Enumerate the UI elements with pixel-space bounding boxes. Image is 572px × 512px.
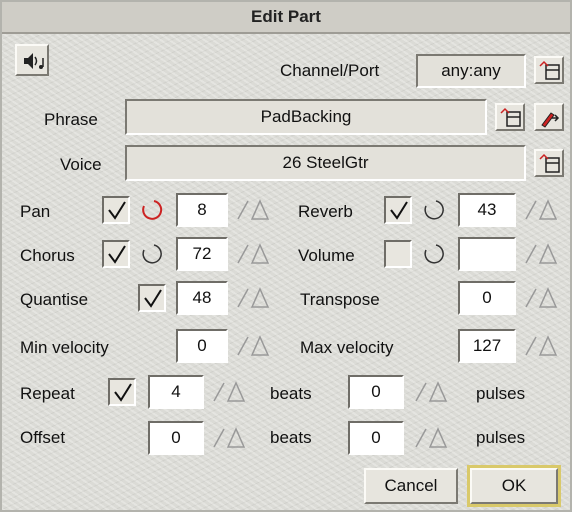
reverb-label: Reverb xyxy=(298,202,353,221)
offset-beats-label: beats xyxy=(270,428,312,447)
offset-beats-field[interactable]: 0 xyxy=(148,421,204,455)
channel-port-menu-button[interactable] xyxy=(534,56,564,84)
quantise-value-field[interactable]: 48 xyxy=(176,281,228,315)
bump-arrows-icon[interactable] xyxy=(522,333,558,359)
chorus-value-field[interactable]: 72 xyxy=(176,237,228,271)
repeat-label: Repeat xyxy=(20,384,75,403)
edit-part-window: Edit Part Channel/Port any:any Phrase Pa… xyxy=(0,0,572,512)
max-velocity-field[interactable]: 127 xyxy=(458,329,516,363)
check-icon xyxy=(390,201,408,220)
edit-phrase-icon xyxy=(541,112,560,128)
pan-value-field[interactable]: 8 xyxy=(176,193,228,227)
phrase-menu-button[interactable] xyxy=(495,103,525,131)
chorus-label: Chorus xyxy=(20,246,75,265)
knob-icon[interactable] xyxy=(420,240,448,268)
check-icon xyxy=(108,245,126,264)
channel-port-label: Channel/Port xyxy=(280,61,380,80)
repeat-checkbox[interactable] xyxy=(108,378,136,406)
voice-menu-button[interactable] xyxy=(534,149,564,177)
transpose-value-field[interactable]: 0 xyxy=(458,281,516,315)
offset-pulses-field[interactable]: 0 xyxy=(348,421,404,455)
repeat-pulses-label: pulses xyxy=(476,384,526,403)
quantise-label: Quantise xyxy=(20,290,89,309)
voice-label: Voice xyxy=(60,155,102,174)
phrase-label: Phrase xyxy=(44,110,98,129)
offset-pulses-label: pulses xyxy=(476,428,526,447)
check-icon xyxy=(144,289,162,308)
max-velocity-label: Max velocity xyxy=(300,338,394,357)
bump-arrows-icon[interactable] xyxy=(234,285,270,311)
volume-label: Volume xyxy=(298,246,355,265)
volume-checkbox[interactable] xyxy=(384,240,412,268)
volume-value-field[interactable] xyxy=(458,237,516,271)
chorus-checkbox[interactable] xyxy=(102,240,130,268)
cancel-button[interactable]: Cancel xyxy=(364,468,458,504)
repeat-pulses-field[interactable]: 0 xyxy=(348,375,404,409)
bump-arrows-icon[interactable] xyxy=(412,425,448,451)
ok-button[interactable]: OK xyxy=(467,465,561,507)
min-velocity-label: Min velocity xyxy=(20,338,109,357)
window-title: Edit Part xyxy=(251,7,321,26)
offset-label: Offset xyxy=(20,428,66,447)
check-icon xyxy=(114,383,132,402)
bump-arrows-icon[interactable] xyxy=(210,379,246,405)
knob-icon[interactable] xyxy=(420,196,448,224)
knob-icon[interactable] xyxy=(138,240,166,268)
voice-field[interactable]: 26 SteelGtr xyxy=(125,145,526,181)
play-sound-button[interactable] xyxy=(15,44,49,76)
bump-arrows-icon[interactable] xyxy=(522,241,558,267)
channel-port-field[interactable]: any:any xyxy=(416,54,526,88)
transpose-label: Transpose xyxy=(300,290,380,309)
bump-arrows-icon[interactable] xyxy=(234,197,270,223)
bump-arrows-icon[interactable] xyxy=(412,379,448,405)
pan-label: Pan xyxy=(20,202,51,221)
edit-phrase-button[interactable] xyxy=(534,103,564,131)
repeat-beats-field[interactable]: 4 xyxy=(148,375,204,409)
knob-icon[interactable] xyxy=(138,196,166,224)
bump-arrows-icon[interactable] xyxy=(522,197,558,223)
menu-popup-icon xyxy=(539,60,560,80)
pan-checkbox[interactable] xyxy=(102,196,130,224)
speaker-note-icon xyxy=(24,53,44,69)
title-bar[interactable]: Edit Part xyxy=(2,2,570,34)
phrase-field[interactable]: PadBacking xyxy=(125,99,487,135)
repeat-beats-label: beats xyxy=(270,384,312,403)
menu-popup-icon xyxy=(539,153,560,173)
bump-arrows-icon[interactable] xyxy=(234,241,270,267)
bump-arrows-icon[interactable] xyxy=(234,333,270,359)
quantise-checkbox[interactable] xyxy=(138,284,166,312)
bump-arrows-icon[interactable] xyxy=(210,425,246,451)
reverb-value-field[interactable]: 43 xyxy=(458,193,516,227)
menu-popup-icon xyxy=(500,107,521,127)
bump-arrows-icon[interactable] xyxy=(522,285,558,311)
reverb-checkbox[interactable] xyxy=(384,196,412,224)
check-icon xyxy=(108,201,126,220)
min-velocity-field[interactable]: 0 xyxy=(176,329,228,363)
